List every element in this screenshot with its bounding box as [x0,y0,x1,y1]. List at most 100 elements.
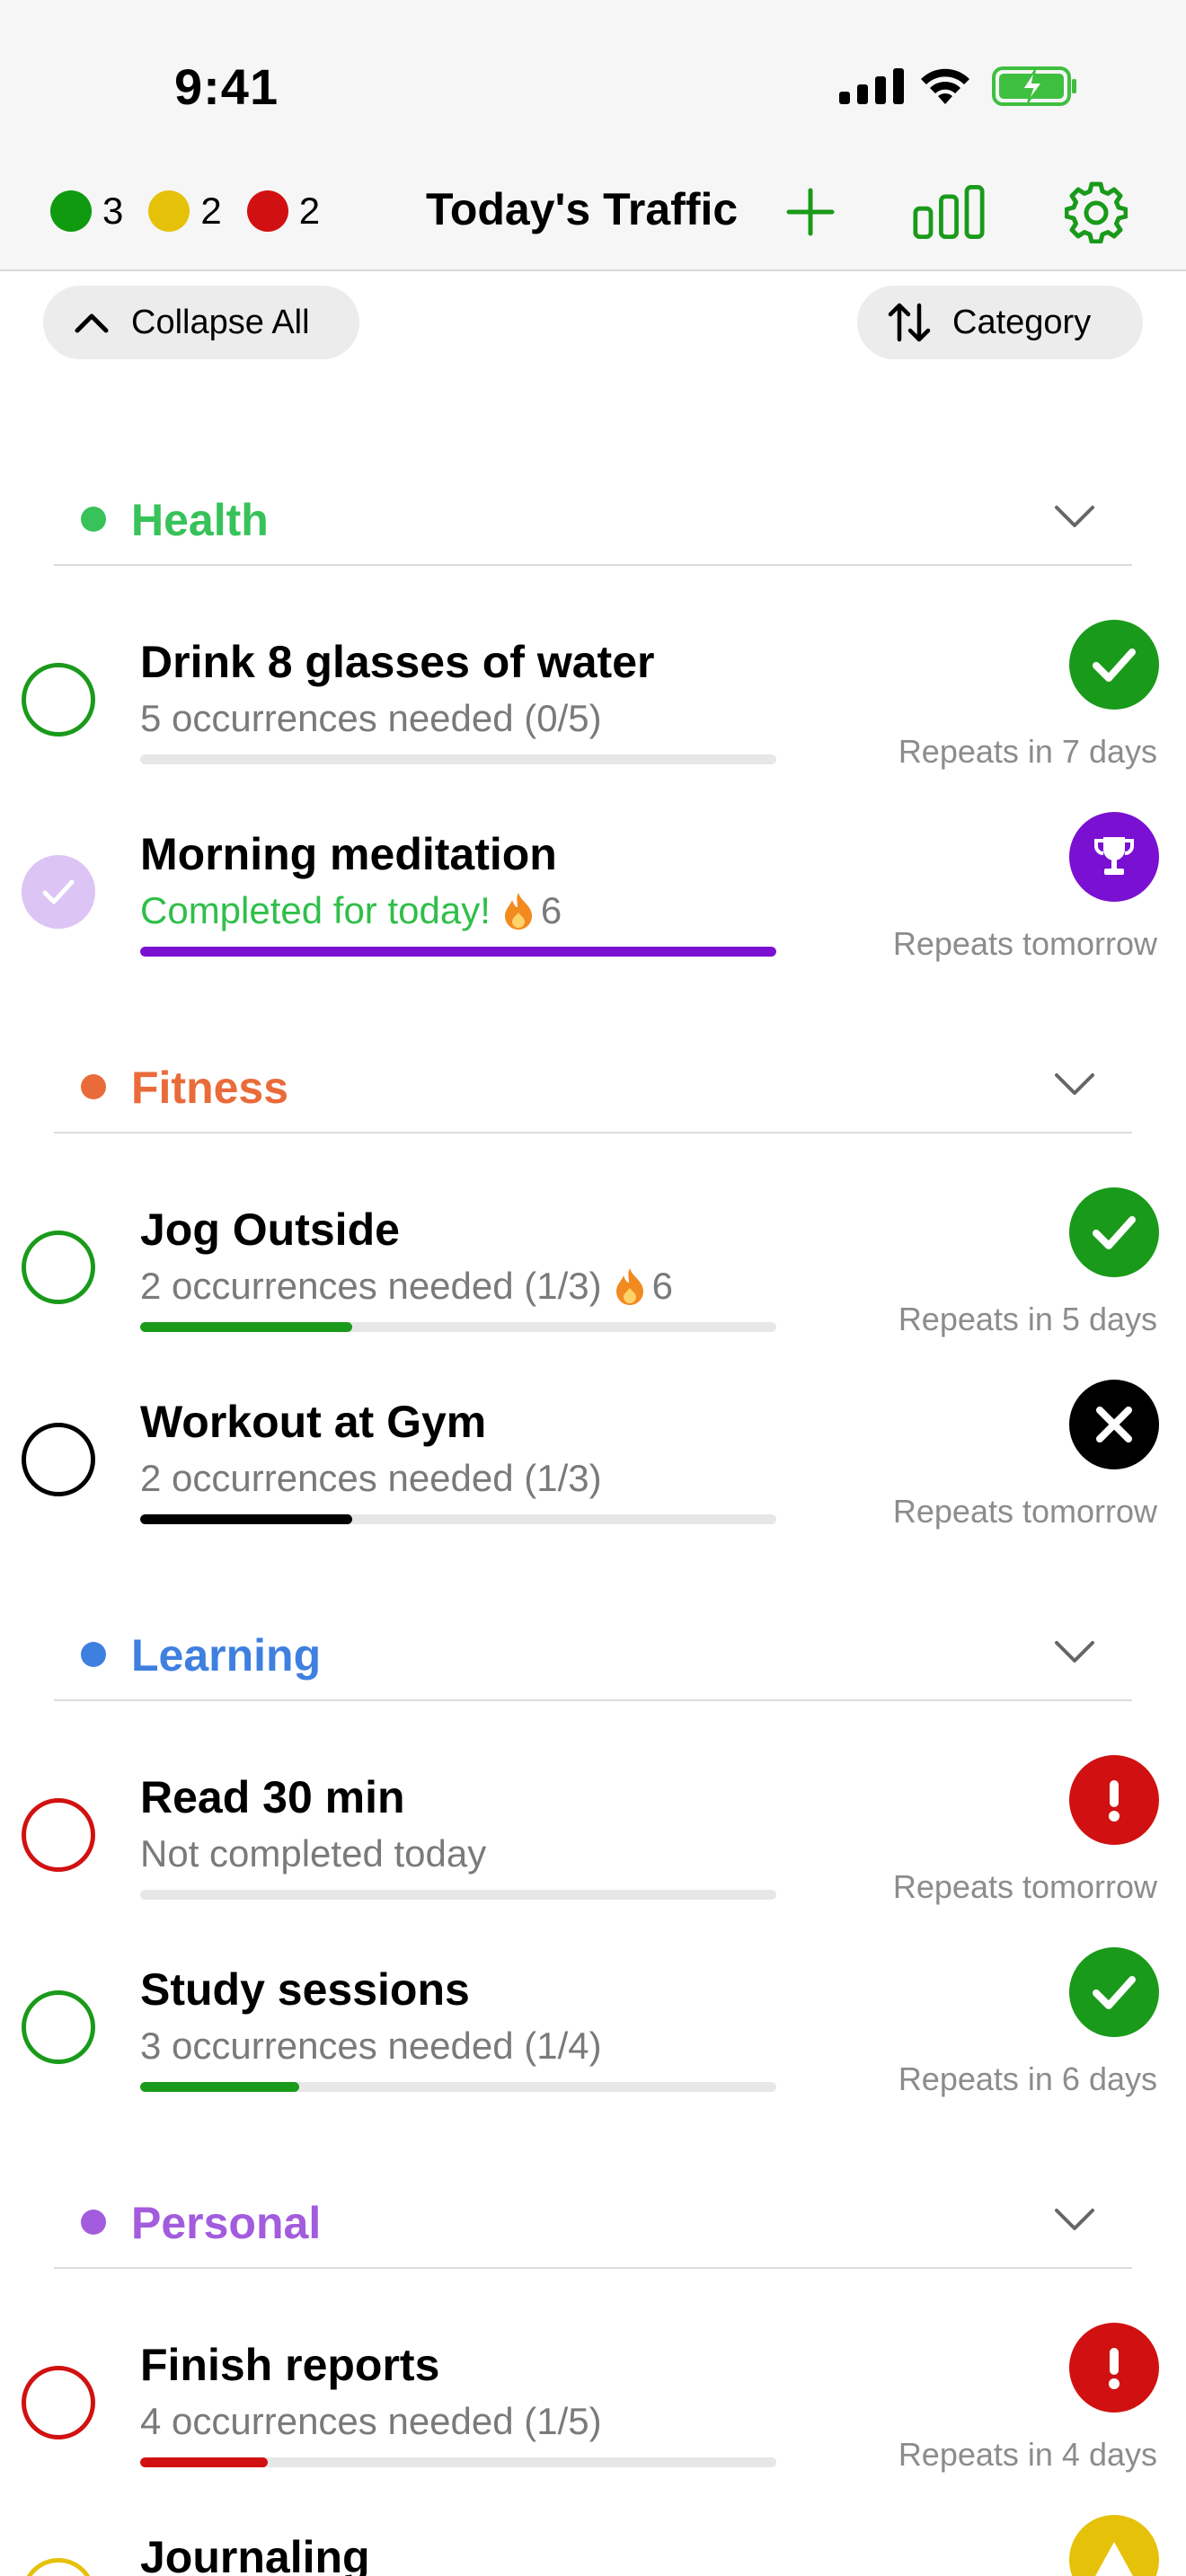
green-count-value: 3 [102,190,124,232]
trophy-icon [1094,837,1134,875]
status-warning-badge[interactable] [1069,2515,1159,2576]
section-header-learning[interactable]: Learning [54,1602,1132,1701]
section-title-personal: Personal [131,2198,322,2248]
app-header: 9:41 3 2 2 Today's Traffic [0,0,1186,271]
yellow-dot-icon [148,190,190,232]
status-check-badge[interactable] [1069,1947,1159,2037]
repeat-info: Repeats in 4 days [898,2436,1157,2473]
repeat-info: Repeats in 5 days [898,1301,1157,1337]
completion-toggle[interactable] [22,1798,95,1872]
chevron-up-icon [75,313,109,333]
chevron-down-icon[interactable] [1053,503,1096,530]
exclamation-icon [1109,2348,1120,2389]
checkmark-icon [1093,1216,1136,1249]
sort-label: Category [952,303,1092,341]
streak-count: 6 [540,889,562,931]
section-title-learning: Learning [131,1630,322,1681]
green-dot-icon [50,190,92,232]
progress-bar [140,1890,776,1900]
status-check-badge[interactable] [1069,620,1159,710]
list-item[interactable]: Finish reports 4 occurrences needed (1/5… [0,2323,1186,2515]
completion-toggle[interactable] [22,1990,95,2064]
collapse-all-label: Collapse All [131,303,310,341]
item-subtitle: 3 occurrences needed (1/4) [140,2025,602,2067]
completion-toggle[interactable] [22,663,95,737]
item-title: Study sessions [140,1964,470,2015]
fitness-dot-icon [81,1074,106,1099]
list-item[interactable]: Jog Outside 2 occurrences needed (1/3) 6… [0,1187,1186,1380]
repeat-info: Repeats in 7 days [898,733,1157,770]
section-title-fitness: Fitness [131,1063,289,1113]
item-subtitle: 5 occurrences needed (0/5) [140,697,602,739]
list-item[interactable]: Morning meditation Completed for today! … [0,812,1186,1004]
list-item[interactable]: Study sessions 3 occurrences needed (1/4… [0,1947,1186,2139]
item-title: Morning meditation [140,829,557,879]
repeat-info: Repeats in 6 days [898,2060,1157,2097]
flame-icon [615,1268,643,1305]
green-count: 3 [50,190,123,233]
wifi-icon [921,68,969,104]
yellow-count-value: 2 [200,190,222,232]
progress-bar [140,1322,776,1332]
battery-charging-icon [992,66,1076,106]
completion-toggle-done[interactable] [22,855,95,929]
progress-bar [140,2082,776,2092]
checkmark-icon [1093,648,1136,682]
stats-button[interactable] [913,178,985,246]
section-header-health[interactable]: Health [54,467,1132,566]
completion-toggle[interactable] [22,1231,95,1304]
list-item[interactable]: Workout at Gym 2 occurrences needed (1/3… [0,1380,1186,1572]
item-subtitle: Not completed today [140,1832,487,1875]
status-time: 9:41 [174,58,279,115]
streak-count: 6 [651,1265,673,1307]
red-count-value: 2 [298,190,321,232]
add-button[interactable] [774,178,846,246]
completion-toggle[interactable] [22,2366,95,2439]
status-x-badge[interactable] [1069,1380,1159,1469]
plus-icon [786,188,835,236]
list-item[interactable]: Journaling [0,2515,1186,2576]
flame-icon [504,893,532,930]
item-title: Read 30 min [140,1772,405,1822]
section-header-personal[interactable]: Personal [54,2170,1132,2269]
item-title: Journaling [140,2532,370,2576]
item-subtitle: 2 occurrences needed (1/3) 6 [140,1265,673,1307]
section-title-health: Health [131,495,269,545]
completion-toggle[interactable] [22,1423,95,1496]
progress-bar [140,754,776,764]
chevron-down-icon[interactable] [1053,1638,1096,1665]
health-dot-icon [81,507,106,532]
settings-button[interactable] [1060,178,1132,246]
section-header-fitness[interactable]: Fitness [54,1035,1132,1134]
red-count: 2 [246,190,321,233]
repeat-info: Repeats tomorrow [892,925,1157,962]
learning-dot-icon [81,1642,106,1667]
list-item[interactable]: Drink 8 glasses of water 5 occurrences n… [0,620,1186,812]
item-subtitle: 2 occurrences needed (1/3) [140,1457,602,1499]
item-title: Workout at Gym [140,1397,487,1447]
repeat-info: Repeats tomorrow [892,1868,1157,1905]
page-title: Today's Traffic [426,184,739,234]
list-item[interactable]: Read 30 min Not completed today Repeats … [0,1755,1186,1947]
progress-bar [140,2457,776,2467]
exclamation-icon [1109,1780,1120,1822]
checkmark-icon [42,879,75,904]
collapse-all-button[interactable]: Collapse All [43,286,359,359]
cellular-signal-icon [839,68,904,104]
status-alert-badge[interactable] [1069,2323,1159,2413]
completion-toggle[interactable] [22,2558,95,2576]
yellow-count: 2 [148,190,222,233]
item-subtitle: 4 occurrences needed (1/5) [140,2400,602,2442]
status-trophy-badge[interactable] [1069,812,1159,902]
item-title: Drink 8 glasses of water [140,637,655,687]
chevron-down-icon[interactable] [1053,1071,1096,1098]
status-alert-badge[interactable] [1069,1755,1159,1845]
item-title: Finish reports [140,2340,440,2390]
sort-category-button[interactable]: Category [857,286,1143,359]
progress-bar [140,947,776,957]
bar-chart-icon [913,185,985,239]
progress-bar [140,1514,776,1524]
warning-triangle-icon [1095,2542,1133,2576]
status-check-badge[interactable] [1069,1187,1159,1277]
chevron-down-icon[interactable] [1053,2206,1096,2233]
